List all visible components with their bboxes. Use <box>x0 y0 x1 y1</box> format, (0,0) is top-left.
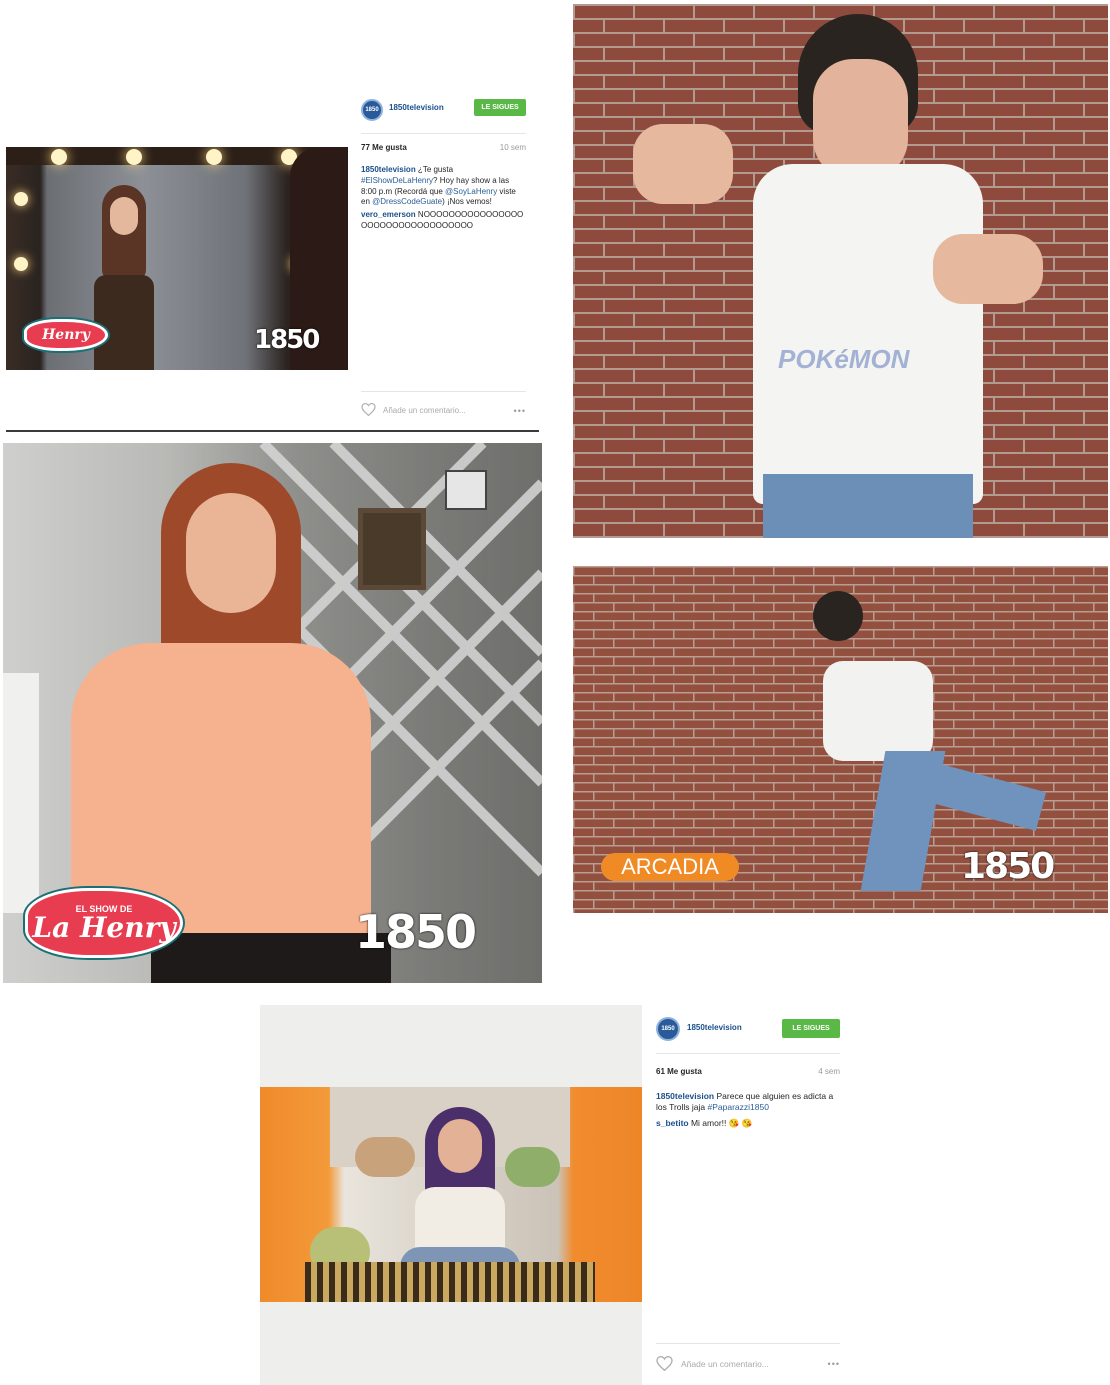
post2-panel: 1850 1850television LE SIGUES 61 Me gust… <box>656 1017 840 1377</box>
patterned-blanket <box>305 1262 595 1302</box>
post1-username[interactable]: 1850television <box>389 103 444 114</box>
post1-follow-button[interactable]: LE SIGUES <box>474 99 526 116</box>
post1-likes[interactable]: 77 Me gusta <box>361 143 407 154</box>
post2-likes[interactable]: 61 Me gusta <box>656 1067 702 1078</box>
caption-mention[interactable]: @DressCodeGuate <box>372 197 442 206</box>
caption-hashtag[interactable]: #Paparazzi1850 <box>708 1102 769 1112</box>
post1-header: 1850 1850television LE SIGUES <box>361 99 526 129</box>
logo-1850: 1850 <box>961 846 1055 887</box>
badge-text: La Henry <box>32 910 176 944</box>
caption-username[interactable]: 1850television <box>656 1091 714 1101</box>
post1-panel: 1850 1850television LE SIGUES 77 Me gust… <box>361 99 526 419</box>
logo-1850: 1850 <box>355 905 477 959</box>
arcadia-photo[interactable]: ARCADIA 1850 <box>573 566 1108 913</box>
polaroid-camera <box>445 470 487 510</box>
bulb <box>126 149 142 165</box>
post1-time[interactable]: 10 sem <box>500 143 526 154</box>
divider <box>656 1343 840 1344</box>
post2-username[interactable]: 1850television <box>687 1023 742 1034</box>
logo-1850: 1850 <box>254 325 320 355</box>
heart-icon[interactable] <box>361 403 376 416</box>
divider <box>361 133 526 134</box>
bulb <box>14 192 28 206</box>
caption-hashtag[interactable]: #ElShowDeLaHenry <box>361 176 433 185</box>
divider <box>361 391 526 392</box>
post1-photo[interactable]: Henry 1850 <box>6 147 348 370</box>
comment-username[interactable]: vero_emerson <box>361 210 416 219</box>
post2-avatar[interactable]: 1850 <box>656 1017 680 1041</box>
post2-photo[interactable] <box>260 1087 642 1302</box>
more-options-icon[interactable]: ••• <box>828 1358 840 1370</box>
separator-line <box>6 430 539 432</box>
post2-comment-row: Añade un comentario... ••• <box>656 1356 840 1374</box>
caption-username[interactable]: 1850television <box>361 165 416 174</box>
heart-icon[interactable] <box>656 1356 673 1371</box>
arcadia-label: ARCADIA <box>601 853 739 881</box>
caption-text: ¿Te gusta <box>415 165 454 174</box>
post2-header: 1850 1850television LE SIGUES <box>656 1017 840 1047</box>
post2-follow-button[interactable]: LE SIGUES <box>782 1019 840 1038</box>
man-figure <box>633 4 1053 538</box>
bulb <box>51 149 67 165</box>
henry-logo-badge: Henry <box>24 319 108 351</box>
shirt-print-text: POKéMON <box>778 344 910 374</box>
add-comment-input[interactable]: Añade un comentario... <box>681 1359 769 1370</box>
more-options-icon[interactable]: ••• <box>514 405 526 417</box>
pokemon-photo[interactable]: POKéMON <box>573 4 1108 538</box>
add-comment-input[interactable]: Añade un comentario... <box>383 406 466 417</box>
post2-caption: 1850television Parece que alguien es adi… <box>656 1091 840 1114</box>
post2-time[interactable]: 4 sem <box>818 1067 840 1078</box>
post2-comment: s_betito Mi amor!! 😘 😘 <box>656 1118 840 1129</box>
post1-caption: 1850television ¿Te gusta #ElShowDeLaHenr… <box>361 165 526 208</box>
troll-toys <box>355 1137 415 1177</box>
comment-text: Mi amor!! 😘 😘 <box>688 1118 753 1128</box>
divider <box>656 1053 840 1054</box>
post2-photo-frame <box>260 1005 642 1385</box>
caption-text: ) ¡Nos vemos! <box>442 197 492 207</box>
henry-logo-badge: EL SHOW DE La Henry <box>25 888 183 958</box>
henry-big-photo[interactable]: EL SHOW DE La Henry 1850 <box>3 443 542 983</box>
post1-comment-row: Añade un comentario... ••• <box>361 403 526 421</box>
post1-comment: vero_emerson NOOOOOOOOOOOOOOOOOOOOOOOOOO… <box>361 210 526 232</box>
post1-avatar[interactable]: 1850 <box>361 99 383 121</box>
troll-toys <box>505 1147 560 1187</box>
bulb <box>14 257 28 271</box>
comment-username[interactable]: s_betito <box>656 1118 689 1128</box>
caption-mention[interactable]: @SoyLaHenry <box>445 187 497 196</box>
bulb <box>206 149 222 165</box>
